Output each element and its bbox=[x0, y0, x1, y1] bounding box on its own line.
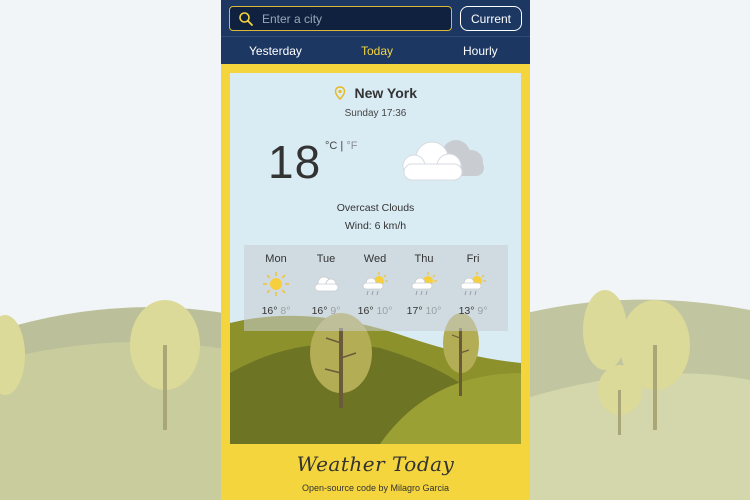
five-day-forecast: Mon 16° 8° Tue 16° 9° Wed 16° 10° Thu 17… bbox=[244, 245, 508, 331]
wind-speed: Wind: 6 km/h bbox=[344, 220, 407, 232]
weather-app: Current Yesterday Today Hourly bbox=[221, 0, 530, 500]
current-temperature: 18 bbox=[268, 136, 322, 188]
forecast-day: Fri 13° 9° bbox=[449, 245, 497, 317]
forecast-day: Mon 16° 8° bbox=[252, 245, 300, 317]
weather-condition: Overcast Clouds bbox=[336, 202, 415, 214]
forecast-day: Thu 17° 10° bbox=[400, 245, 448, 317]
weather-card: New York Sunday 17:36 18 °C | °F Overcas… bbox=[230, 73, 521, 444]
forecast-day-name: Thu bbox=[414, 253, 434, 265]
forecast-temps: 16° 9° bbox=[311, 305, 341, 317]
unit-separator: | bbox=[337, 140, 347, 152]
forecast-day: Tue 16° 9° bbox=[302, 245, 350, 317]
tab-today[interactable]: Today bbox=[361, 44, 393, 58]
unit-toggle: °C | °F bbox=[325, 140, 357, 152]
city-name: New York bbox=[354, 84, 417, 101]
app-title: Weather Today bbox=[296, 452, 455, 476]
sun-icon bbox=[263, 272, 289, 296]
tab-hourly[interactable]: Hourly bbox=[463, 44, 498, 58]
forecast-temps: 16° 8° bbox=[261, 305, 291, 317]
tab-yesterday[interactable]: Yesterday bbox=[249, 44, 302, 58]
sun-rain-icon bbox=[362, 272, 388, 296]
forecast-day: Wed 16° 10° bbox=[351, 245, 399, 317]
forecast-temps: 17° 10° bbox=[406, 305, 442, 317]
forecast-day-name: Wed bbox=[363, 253, 387, 265]
forecast-day-name: Tue bbox=[316, 253, 336, 265]
celsius-toggle[interactable]: °C bbox=[325, 140, 337, 152]
credit-link[interactable]: Open-source code by Milagro Garcia bbox=[221, 483, 530, 493]
city-search-input[interactable] bbox=[262, 9, 447, 29]
cloud-icon bbox=[314, 276, 339, 292]
overcast-clouds-icon bbox=[402, 140, 484, 181]
current-location-button[interactable]: Current bbox=[460, 6, 522, 31]
sun-rain-icon bbox=[460, 272, 486, 296]
forecast-temps: 16° 10° bbox=[357, 305, 393, 317]
fahrenheit-toggle[interactable]: °F bbox=[346, 140, 357, 152]
sun-rain-icon bbox=[411, 272, 437, 296]
location-row: New York bbox=[230, 84, 521, 102]
tab-bar: Yesterday Today Hourly bbox=[221, 36, 530, 64]
forecast-day-name: Fri bbox=[466, 253, 480, 265]
top-bar: Current Yesterday Today Hourly bbox=[221, 0, 530, 64]
forecast-temps: 13° 9° bbox=[458, 305, 488, 317]
forecast-day-name: Mon bbox=[265, 253, 287, 265]
search-box[interactable] bbox=[229, 6, 452, 31]
date-time: Sunday 17:36 bbox=[344, 108, 407, 119]
location-pin-icon bbox=[334, 86, 346, 100]
search-icon bbox=[239, 12, 253, 26]
